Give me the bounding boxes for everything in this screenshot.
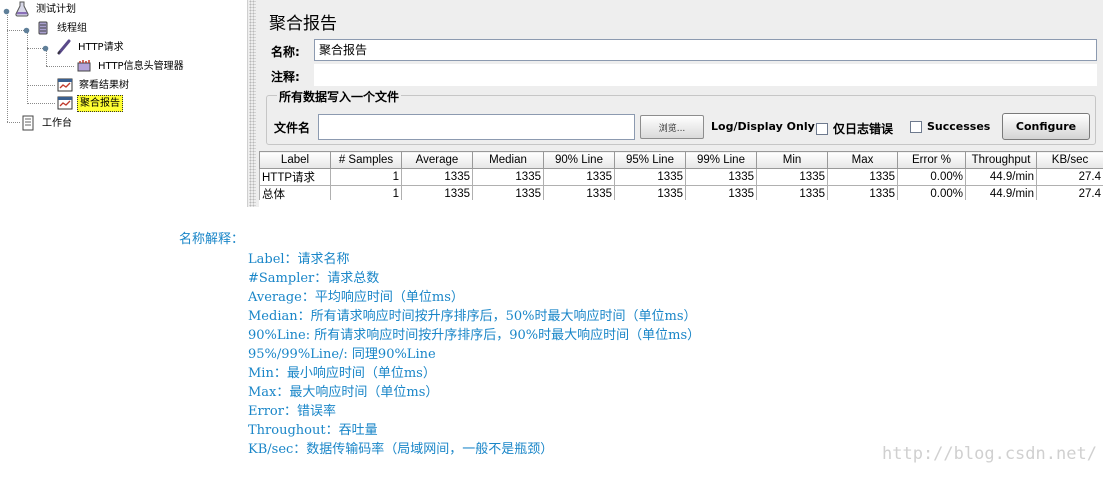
table-cell: 1335 xyxy=(472,168,544,186)
note-line: Throughout：吞吐量 xyxy=(248,423,378,438)
tree-item-label: 聚合报告 xyxy=(77,94,123,112)
note-line: KB/sec：数据传输码率（局域网间，一般不是瓶颈） xyxy=(248,442,554,457)
tree-item-thread-group[interactable]: 线程组 xyxy=(35,19,89,37)
table-cell: 1335 xyxy=(827,168,898,186)
listener-icon xyxy=(57,77,73,93)
comment-label: 注释: xyxy=(271,70,300,84)
explanation-section: 名称解释： Label：请求名称 #Sampler：请求总数 Average：平… xyxy=(0,207,1103,478)
tree-connector xyxy=(27,85,55,86)
note-line: Min：最小响应时间（单位ms） xyxy=(248,366,436,381)
watermark-text: http://blog.csdn.net/ xyxy=(882,444,1097,464)
file-group-title: 所有数据写入一个文件 xyxy=(277,88,402,105)
successes-label: Successes xyxy=(927,120,991,133)
tree-item-label: 察看结果树 xyxy=(79,79,129,91)
name-field[interactable]: 聚合报告 xyxy=(314,39,1097,61)
errors-only-label: 仅日志错误 xyxy=(833,122,894,136)
tree-item-http-request[interactable]: HTTP请求 xyxy=(56,38,126,56)
column-header[interactable]: Min xyxy=(756,151,828,169)
tree-connector xyxy=(7,12,8,122)
tree-item-label: HTTP信息头管理器 xyxy=(98,60,184,72)
column-header[interactable]: Median xyxy=(472,151,544,169)
filename-label: 文件名 xyxy=(274,121,311,135)
tree-connector xyxy=(46,66,74,67)
tree-item-header-manager[interactable]: HTTP信息头管理器 xyxy=(76,57,186,75)
name-label: 名称: xyxy=(271,45,300,59)
note-line: 95%/99%Line/: 同理90%Line xyxy=(248,347,436,362)
column-header[interactable]: # Samples xyxy=(330,151,402,169)
errors-only-checkbox[interactable]: 仅日志错误 xyxy=(816,120,893,137)
column-header[interactable]: 99% Line xyxy=(685,151,757,169)
note-line: Max：最大响应时间（单位ms） xyxy=(248,385,439,400)
tree-item-label: HTTP请求 xyxy=(78,41,124,53)
listener-icon xyxy=(57,95,73,111)
table-cell: 1335 xyxy=(543,168,615,186)
test-plan-tree: 测试计划 线程组 HTTP请求 HTTP信息头管理器 察看结果树 聚合报告 工作… xyxy=(0,0,247,207)
aggregate-table: Label # Samples Average Median 90% Line … xyxy=(259,151,1103,203)
successes-checkbox[interactable]: Successes xyxy=(910,120,990,133)
tree-item-label: 线程组 xyxy=(57,22,87,34)
table-row[interactable]: HTTP请求 1 1335 1335 1335 1335 1335 1335 1… xyxy=(259,168,1103,186)
tree-item-workbench[interactable]: 工作台 xyxy=(20,114,74,132)
table-cell: 1 xyxy=(330,168,402,186)
tree-item-label: 工作台 xyxy=(42,117,72,129)
tree-connector xyxy=(27,103,55,104)
header-manager-icon xyxy=(76,58,92,74)
test-plan-icon xyxy=(14,1,30,17)
workbench-icon xyxy=(20,115,36,131)
column-header[interactable]: 90% Line xyxy=(543,151,615,169)
split-pane-divider[interactable] xyxy=(247,0,257,207)
table-cell: 0.00% xyxy=(897,168,966,186)
tree-item-view-results-tree[interactable]: 察看结果树 xyxy=(57,76,131,94)
divider-grip[interactable] xyxy=(249,0,256,207)
table-empty-area xyxy=(259,200,1103,207)
column-header[interactable]: Max xyxy=(827,151,898,169)
table-cell: 27.4 xyxy=(1036,168,1103,186)
table-cell: 1335 xyxy=(685,168,757,186)
note-line: Average：平均响应时间（单位ms） xyxy=(248,290,464,305)
collapse-toggle-icon[interactable] xyxy=(42,45,49,52)
note-line: Median：所有请求响应时间按升序排序后，50%时最大响应时间（单位ms） xyxy=(248,309,697,324)
configure-button[interactable]: Configure xyxy=(1002,113,1090,140)
column-header[interactable]: 95% Line xyxy=(614,151,686,169)
tree-item-label: 测试计划 xyxy=(36,3,76,15)
tree-item-test-plan[interactable]: 测试计划 xyxy=(14,0,78,18)
checkbox-box[interactable] xyxy=(910,120,922,133)
table-cell: 44.9/min xyxy=(965,168,1037,186)
table-cell: 1335 xyxy=(401,168,473,186)
note-line: 90%Line: 所有请求响应时间按升序排序后，90%时最大响应时间（单位ms） xyxy=(248,328,701,343)
table-cell: 1335 xyxy=(614,168,686,186)
tree-connector xyxy=(46,50,47,66)
table-cell: 1335 xyxy=(756,168,828,186)
column-header[interactable]: Label xyxy=(259,151,331,169)
tree-connector xyxy=(27,32,28,104)
note-line: Error：错误率 xyxy=(248,404,336,419)
checkbox-box[interactable] xyxy=(816,122,828,135)
page-title: 聚合报告 xyxy=(269,14,337,34)
tree-connector xyxy=(7,122,20,123)
comment-field[interactable] xyxy=(314,64,1097,86)
filename-field[interactable] xyxy=(318,114,635,140)
jmeter-window: 测试计划 线程组 HTTP请求 HTTP信息头管理器 察看结果树 聚合报告 工作… xyxy=(0,0,1103,207)
collapse-toggle-icon[interactable] xyxy=(23,27,30,34)
note-line: #Sampler：请求总数 xyxy=(248,271,380,286)
http-sampler-icon xyxy=(56,39,72,55)
table-header-row: Label # Samples Average Median 90% Line … xyxy=(259,151,1103,169)
thread-group-icon xyxy=(35,20,51,36)
column-header[interactable]: KB/sec xyxy=(1036,151,1103,169)
column-header[interactable]: Average xyxy=(401,151,473,169)
table-cell: HTTP请求 xyxy=(259,168,331,186)
write-to-file-group: 所有数据写入一个文件 文件名 浏览... Log/Display Only: 仅… xyxy=(266,88,1096,145)
column-header[interactable]: Error % xyxy=(897,151,966,169)
column-header[interactable]: Throughput xyxy=(965,151,1037,169)
collapse-toggle-icon[interactable] xyxy=(3,8,10,15)
notes-heading: 名称解释： xyxy=(179,232,245,247)
browse-button[interactable]: 浏览... xyxy=(640,115,704,139)
name-row: 名称: 聚合报告 xyxy=(266,39,1097,63)
aggregate-report-panel: 聚合报告 名称: 聚合报告 注释: 所有数据写入一个文件 文件名 浏览... L… xyxy=(257,0,1103,207)
tree-item-aggregate-report[interactable]: 聚合报告 xyxy=(57,94,123,112)
note-line: Label：请求名称 xyxy=(248,252,350,267)
comment-row: 注释: xyxy=(266,64,1097,88)
log-display-label: Log/Display Only: xyxy=(711,120,820,133)
